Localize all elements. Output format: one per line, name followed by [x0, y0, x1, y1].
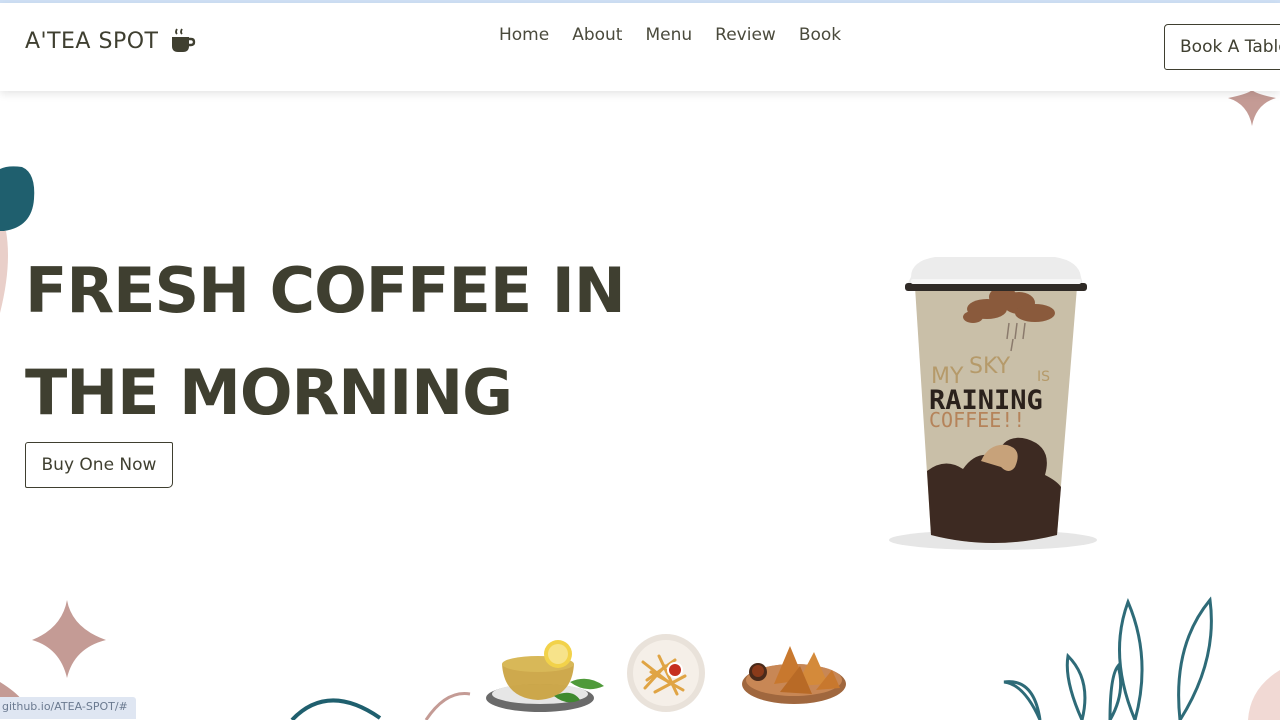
coffee-cup-icon [172, 28, 196, 52]
coffee-cup-image: MY SKY IS RAINING COFFEE!! [889, 257, 1097, 550]
food-thumbnails [475, 628, 855, 720]
hero-title: FRESH COFFEE IN THE MORNING [25, 240, 645, 444]
hero-title-line-1: FRESH COFFEE IN [25, 254, 626, 327]
swirl-lines-shape [290, 692, 471, 720]
buy-one-now-button[interactable]: Buy One Now [25, 442, 173, 488]
rose-star-shape [32, 600, 106, 678]
rose-sparkle-shape-top [1228, 90, 1276, 126]
brand-name: A'TEA SPOT [25, 28, 159, 54]
cup-text-sky: SKY [969, 354, 1011, 379]
logo[interactable]: A'TEA SPOT [25, 27, 196, 55]
cup-text-coffee: COFFEE!! [929, 408, 1025, 432]
status-bar-url: github.io/ATEA-SPOT/# [0, 697, 136, 719]
teal-leaves-shape [1003, 596, 1280, 720]
nav-review[interactable]: Review [715, 25, 776, 45]
book-table-button[interactable]: Book A Table [1164, 24, 1280, 70]
hero-title-line-2: THE MORNING [25, 356, 513, 429]
nav-book[interactable]: Book [799, 25, 841, 45]
main-nav: Home About Menu Review Book [499, 25, 841, 45]
french-fries-thumbnail[interactable] [625, 632, 707, 714]
nav-menu[interactable]: Menu [645, 25, 692, 45]
site-header: A'TEA SPOT Home About Menu Review Book B… [0, 3, 1280, 91]
samosas-thumbnail[interactable] [740, 636, 850, 706]
green-tea-thumbnail[interactable] [480, 634, 608, 720]
nav-home[interactable]: Home [499, 25, 549, 45]
nav-about[interactable]: About [572, 25, 622, 45]
cup-text-is: IS [1037, 369, 1050, 385]
